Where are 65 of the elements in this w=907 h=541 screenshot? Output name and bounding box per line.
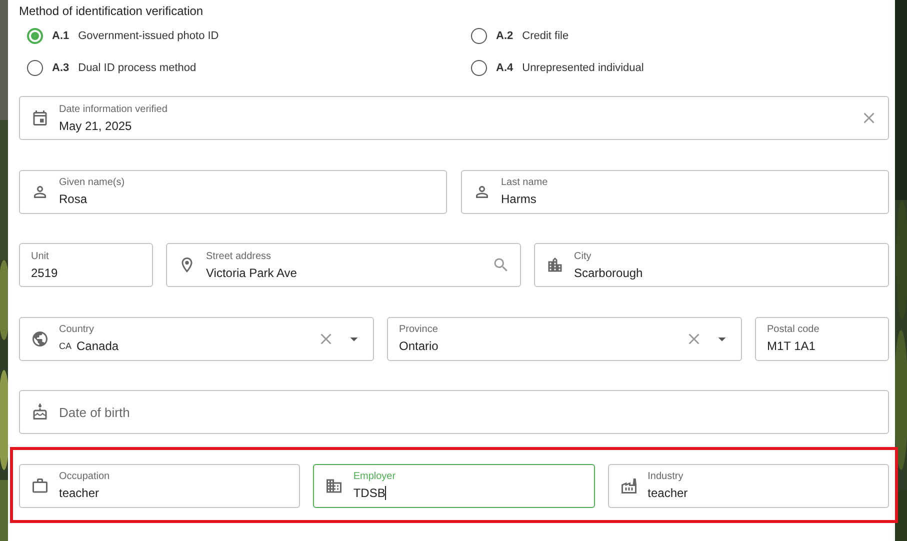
field-value: Harms [501,192,536,206]
field-label: Country [59,324,96,336]
option-label: Credit file [522,28,569,44]
input-field[interactable]: Date information verified May 21, 2025 [19,96,889,140]
option-label: Dual ID process method [78,60,196,76]
field-label: Street address [206,250,272,263]
briefcase-icon [31,476,49,495]
input-field[interactable]: Last name Harms [461,170,889,214]
field-value: Canada [76,339,119,354]
input-field[interactable]: Employer TDSB [313,464,595,508]
input-field[interactable]: Given name(s) Rosa [19,170,447,214]
radio-option[interactable]: A.3 Dual ID process method [27,58,471,78]
field-label: Province [399,324,439,336]
text-cursor [385,486,386,500]
field-value: Scarborough [574,266,643,280]
field-value: Rosa [59,192,88,206]
field-value: M1T 1A1 [767,339,816,354]
radio-option[interactable]: A.2 Credit file [471,26,889,46]
radio-button[interactable] [471,60,487,76]
building-icon [325,476,344,495]
input-field[interactable]: Street address Victoria Park Ave [166,243,521,288]
input-field[interactable]: Date of birth [19,390,889,434]
input-field[interactable]: Province Ontario [387,316,742,361]
field-label: Employer [353,471,397,484]
radio-option[interactable]: A.1 Government-issued photo ID [27,26,471,46]
option-label: Government-issued photo ID [78,28,219,44]
cake-icon [31,403,49,422]
option-code: A.1 [52,28,70,44]
radio-option[interactable]: A.4 Unrepresented individual [471,58,889,78]
factory-icon [620,476,638,495]
option-label: Unrepresented individual [522,60,644,76]
section-title: Method of identification verification [19,3,204,18]
country-code: CA [59,340,72,353]
option-code: A.3 [52,60,70,76]
field-value: 2519 [31,266,58,280]
field-label: Given name(s) [59,177,126,190]
field-value: teacher [59,486,100,500]
field-label: Unit [31,250,50,263]
field-label: Date information verified [59,104,168,116]
field-label: Postal code [767,324,820,336]
option-code: A.2 [496,28,514,44]
input-field[interactable]: Country CA Canada [19,316,374,361]
radio-button[interactable] [27,60,43,76]
input-field[interactable]: Industry teacher [608,464,889,508]
input-field[interactable]: City Scarborough [534,243,889,288]
input-field[interactable]: Occupation teacher [19,464,300,508]
field-placeholder: Date of birth [59,404,131,422]
field-label: Last name [501,177,549,190]
input-field[interactable]: Unit 2519 [19,243,153,288]
radio-button[interactable] [471,28,487,44]
field-value: Victoria Park Ave [206,266,297,280]
calendar-icon [31,109,49,127]
globe-icon [31,330,49,348]
radio-button[interactable] [27,28,43,44]
input-field[interactable]: Postal code M1T 1A1 [755,316,889,361]
field-value: teacher [648,486,688,500]
field-label: City [574,250,592,263]
field-label: Industry [648,471,684,484]
field-value: May 21, 2025 [59,118,132,132]
field-label: Occupation [59,471,111,484]
field-value: TDSB [353,486,386,500]
city-buildings-icon [546,256,564,274]
option-code: A.4 [496,60,514,76]
search-icon [492,256,510,274]
field-value: Ontario [399,339,438,354]
